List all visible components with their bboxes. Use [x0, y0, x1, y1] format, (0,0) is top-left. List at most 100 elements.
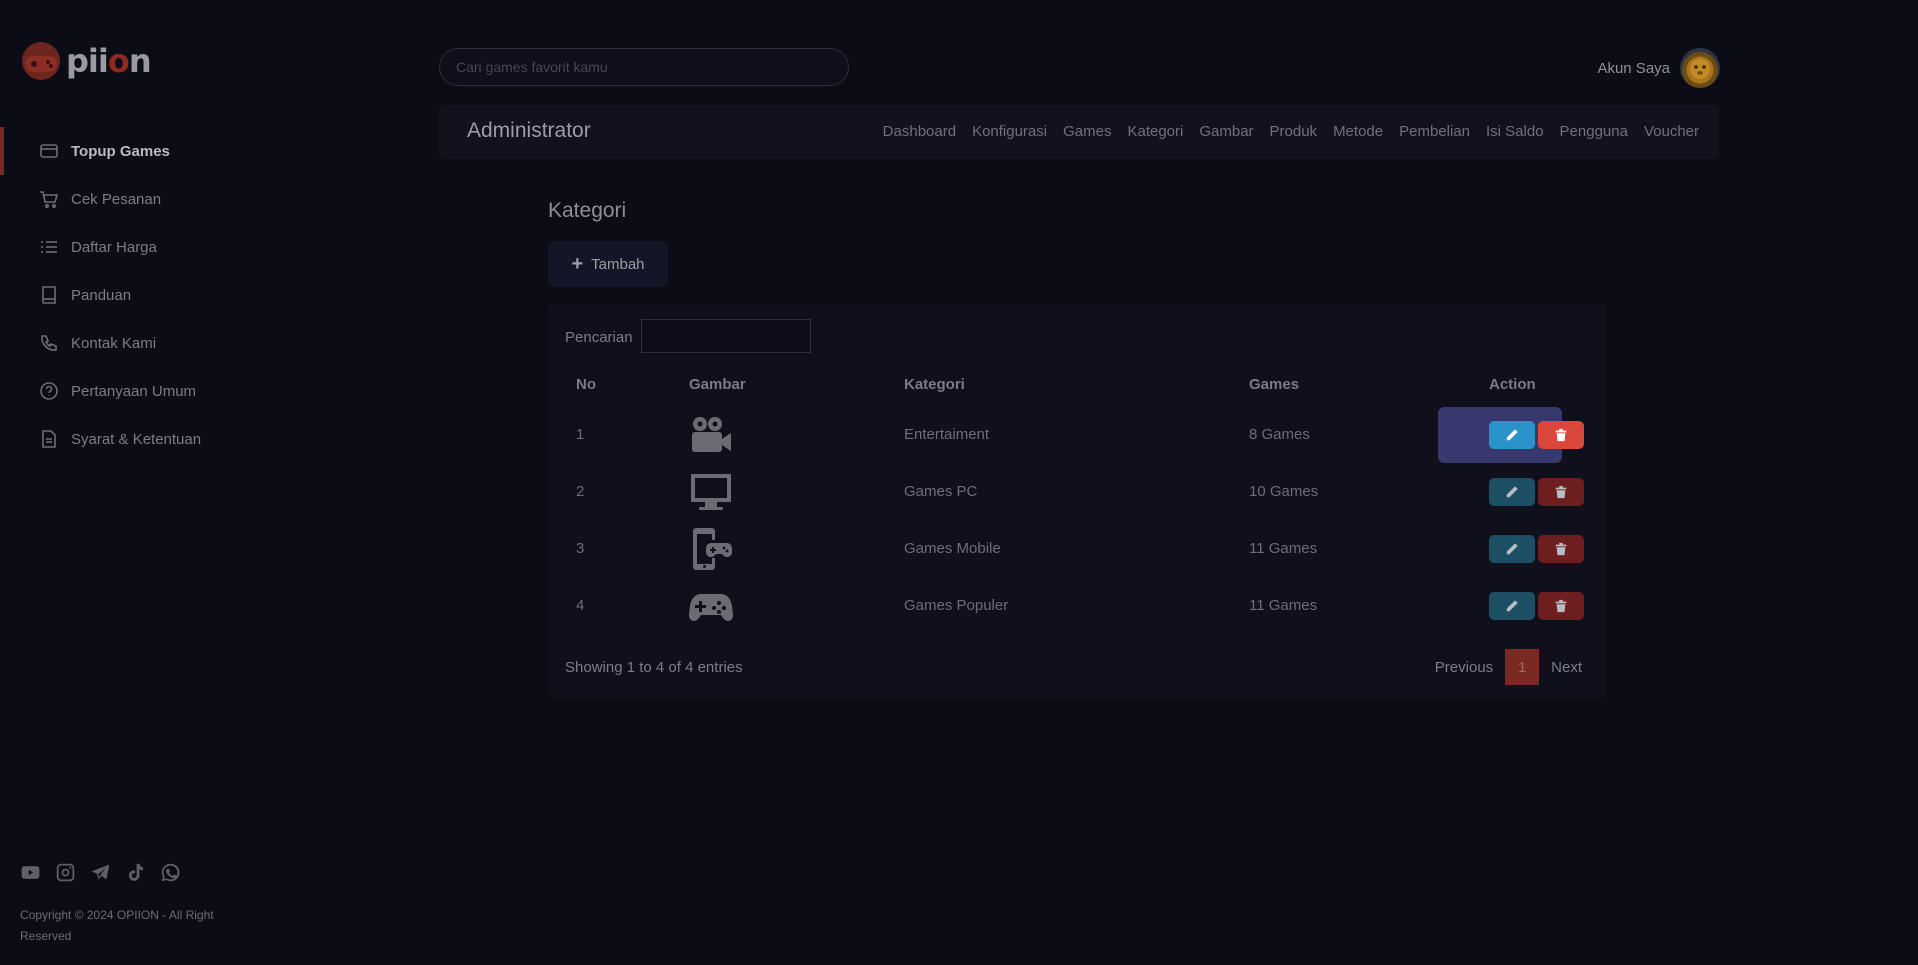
- account-label: Akun Saya: [1597, 59, 1670, 77]
- logo[interactable]: piion: [20, 38, 152, 84]
- sidebar-item-daftar-harga[interactable]: Daftar Harga: [0, 223, 300, 271]
- page-1-button[interactable]: 1: [1505, 649, 1540, 685]
- sidebar-item-topup-games[interactable]: Topup Games: [0, 127, 300, 175]
- admin-menu-dashboard[interactable]: Dashboard: [883, 123, 956, 140]
- row-1-kategori: Entertaiment: [904, 426, 990, 443]
- tiktok-icon[interactable]: [125, 862, 146, 883]
- account-menu[interactable]: Akun Saya: [1597, 48, 1720, 88]
- trash-icon: [1555, 428, 1567, 442]
- sidebar-item-label: Cek Pesanan: [71, 190, 162, 208]
- row-2-delete-button[interactable]: [1538, 478, 1584, 506]
- row-3-kategori: Games Mobile: [904, 540, 1001, 557]
- pencil-icon: [1506, 543, 1518, 555]
- row-2-no: 2: [576, 483, 585, 500]
- instagram-icon[interactable]: [55, 862, 76, 883]
- phone-icon: [41, 335, 57, 351]
- add-button-label: Tambah: [591, 255, 645, 273]
- admin-menu-kategori[interactable]: Kategori: [1127, 123, 1183, 140]
- row-4-games: 11 Games: [1249, 597, 1318, 614]
- document-icon: [42, 430, 56, 448]
- whatsapp-icon[interactable]: [160, 862, 181, 883]
- admin-title: Administrator: [467, 119, 591, 142]
- sidebar-item-label: Daftar Harga: [71, 238, 157, 256]
- row-2-kategori: Games PC: [904, 483, 978, 500]
- sidebar-item-label: Topup Games: [71, 142, 170, 160]
- sidebar-item-label: Syarat & Ketentuan: [71, 430, 202, 448]
- sidebar: piion Topup Games Cek Pesanan Daftar Har…: [0, 0, 300, 965]
- category-table-card: Pencarian No Gambar Kategori Games Actio…: [548, 303, 1606, 699]
- pencil-icon: [1506, 600, 1518, 612]
- youtube-icon[interactable]: [20, 862, 41, 883]
- admin-menu-gambar[interactable]: Gambar: [1199, 123, 1253, 140]
- row-4-delete-button[interactable]: [1538, 592, 1584, 620]
- row-3-games: 11 Games: [1249, 540, 1318, 557]
- credit-card-icon: [40, 144, 58, 158]
- side-nav: Topup Games Cek Pesanan Daftar Harga Pan…: [0, 127, 300, 463]
- row-1-no: 1: [576, 426, 585, 443]
- admin-menu-isi-saldo[interactable]: Isi Saldo: [1486, 123, 1544, 140]
- desktop-icon: [689, 470, 733, 514]
- mobile-gamepad-icon: [689, 527, 733, 571]
- table-info: Showing 1 to 4 of 4 entries: [565, 659, 743, 676]
- admin-navbar: Administrator Dashboard Konfigurasi Game…: [439, 105, 1719, 159]
- sidebar-item-label: Panduan: [71, 286, 132, 304]
- admin-menu-voucher[interactable]: Voucher: [1644, 123, 1699, 140]
- row-3-no: 3: [576, 540, 585, 557]
- list-icon: [41, 241, 57, 253]
- table-search-input[interactable]: [641, 319, 811, 353]
- logo-text-o: o: [107, 42, 130, 80]
- row-2-edit-button[interactable]: [1489, 478, 1535, 506]
- trash-icon: [1555, 485, 1567, 499]
- sidebar-item-pertanyaan-umum[interactable]: Pertanyaan Umum: [0, 367, 300, 415]
- row-4-no: 4: [576, 597, 585, 614]
- copyright: Copyright © 2024 OPIION - All Right Rese…: [20, 908, 214, 943]
- previous-page-button[interactable]: Previous: [1435, 659, 1493, 676]
- admin-menu-metode[interactable]: Metode: [1333, 123, 1383, 140]
- cart-icon: [40, 191, 59, 209]
- telegram-icon[interactable]: [90, 862, 111, 883]
- search-input[interactable]: [439, 48, 849, 86]
- question-circle-icon: [40, 382, 58, 400]
- sidebar-item-kontak-kami[interactable]: Kontak Kami: [0, 319, 300, 367]
- row-3-edit-button[interactable]: [1489, 535, 1535, 563]
- row-1-games: 8 Games: [1249, 426, 1310, 443]
- logo-gamepad-icon: [22, 42, 60, 80]
- row-3-delete-button[interactable]: [1538, 535, 1584, 563]
- book-icon: [42, 286, 56, 304]
- trash-icon: [1555, 599, 1567, 613]
- sidebar-item-syarat-ketentuan[interactable]: Syarat & Ketentuan: [0, 415, 300, 463]
- add-category-button[interactable]: + Tambah: [548, 241, 668, 287]
- admin-menu: Dashboard Konfigurasi Games Kategori Gam…: [883, 123, 1699, 140]
- admin-menu-games[interactable]: Games: [1063, 123, 1111, 140]
- avatar[interactable]: [1680, 48, 1720, 88]
- sidebar-item-label: Kontak Kami: [71, 334, 157, 352]
- logo-text: piion: [66, 42, 152, 80]
- table-search-label: Pencarian: [565, 329, 633, 346]
- trash-icon: [1555, 542, 1567, 556]
- sidebar-item-label: Pertanyaan Umum: [71, 382, 197, 400]
- avatar-face-icon: [1690, 59, 1710, 79]
- logo-text-prefix: pii: [66, 42, 109, 80]
- next-page-button[interactable]: Next: [1551, 659, 1582, 676]
- admin-menu-produk[interactable]: Produk: [1270, 123, 1318, 140]
- admin-menu-pembelian[interactable]: Pembelian: [1399, 123, 1470, 140]
- row-1-delete-button[interactable]: [1538, 421, 1584, 449]
- sidebar-item-cek-pesanan[interactable]: Cek Pesanan: [0, 175, 300, 223]
- pagination: Previous 1 Next: [1435, 649, 1582, 685]
- header-games[interactable]: Games: [1249, 376, 1299, 393]
- admin-menu-konfigurasi[interactable]: Konfigurasi: [972, 123, 1047, 140]
- logo-text-suffix: n: [128, 42, 152, 80]
- header-gambar[interactable]: Gambar: [689, 376, 746, 393]
- page-title: Kategori: [548, 199, 627, 222]
- sidebar-item-panduan[interactable]: Panduan: [0, 271, 300, 319]
- header-kategori[interactable]: Kategori: [904, 376, 965, 393]
- social-links: [20, 862, 181, 883]
- video-camera-icon: [689, 413, 733, 457]
- gamepad-icon: [688, 584, 734, 628]
- row-1-edit-button[interactable]: [1489, 421, 1535, 449]
- row-2-games: 10 Games: [1249, 483, 1319, 500]
- header-action: Action: [1489, 376, 1536, 393]
- header-no[interactable]: No: [576, 376, 596, 393]
- admin-menu-pengguna[interactable]: Pengguna: [1560, 123, 1628, 140]
- row-4-edit-button[interactable]: [1489, 592, 1535, 620]
